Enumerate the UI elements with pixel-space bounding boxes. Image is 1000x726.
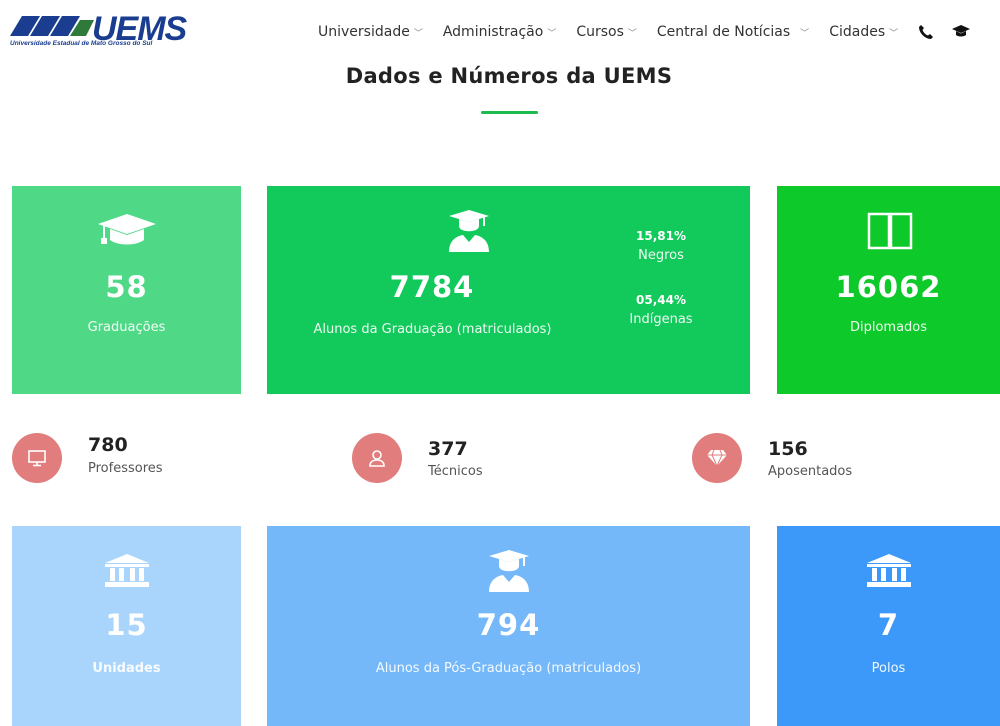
user-icon <box>369 450 385 467</box>
stat-label: Polos <box>871 661 906 676</box>
stat-value: 377 <box>428 438 468 460</box>
student-icon <box>449 210 489 252</box>
book-icon <box>867 212 912 250</box>
phone-icon[interactable] <box>918 24 934 40</box>
stat-tecnicos: 377 Técnicos <box>352 430 552 486</box>
monitor-icon <box>28 450 46 467</box>
stat-label: Aposentados <box>768 464 853 479</box>
stat-percentage: 15,81% <box>636 229 686 243</box>
nav-cursos[interactable]: Cursos ﹀ <box>576 24 637 40</box>
stat-value: 15 <box>105 608 148 642</box>
chevron-down-icon: ﹀ <box>627 28 637 39</box>
nav-administracao[interactable]: Administração ﹀ <box>443 24 556 40</box>
chevron-down-icon: ﹀ <box>413 28 423 39</box>
uems-logo[interactable]: UEMS Universidade Estadual de Mato Gross… <box>10 10 187 50</box>
stat-value: 58 <box>105 270 148 304</box>
logo-subtitle: Universidade Estadual de Mato Grosso do … <box>10 40 153 47</box>
stat-card-alunos-pos-graduacao: 794 Alunos da Pós-Graduação (matriculado… <box>267 526 750 726</box>
stat-label: Técnicos <box>428 464 483 479</box>
institution-icon <box>866 554 911 587</box>
nav-cidades[interactable]: Cidades ﹀ <box>829 24 898 40</box>
user-icon-circle <box>352 433 402 483</box>
nav-label: Central de Notícias <box>656 24 791 40</box>
diamond-icon <box>707 449 727 468</box>
stat-professores: 780 Professores <box>12 430 212 486</box>
stat-card-alunos-graduacao: 7784 Alunos da Graduação (matriculados) … <box>267 186 750 394</box>
stat-card-polos: 7 Polos <box>777 526 1000 726</box>
stat-card-unidades: 15 Unidades <box>12 526 241 726</box>
nav-central-de-noticias[interactable]: Central de Notícias ﹀ <box>657 24 809 40</box>
stat-value: 156 <box>768 438 808 460</box>
stat-label: Alunos da Pós-Graduação (matriculados) <box>375 661 642 676</box>
nav-label: Administração <box>442 24 544 40</box>
stat-value: 7 <box>877 608 900 642</box>
stat-percentage-label: Indígenas <box>629 312 693 327</box>
stat-label: Unidades <box>92 661 161 676</box>
chevron-down-icon: ﹀ <box>547 28 557 39</box>
stat-label: Alunos da Graduação (matriculados) <box>313 322 552 337</box>
chevron-down-icon: ﹀ <box>889 28 899 39</box>
main-nav: Universidade ﹀ Administração ﹀ Cursos ﹀ … <box>318 22 986 42</box>
nav-label: Cidades <box>829 24 886 40</box>
nav-universidade[interactable]: Universidade ﹀ <box>318 24 423 40</box>
page-title: Dados e Números da UEMS <box>345 64 673 88</box>
stat-negros: 15,81% Negros <box>606 229 716 263</box>
nav-label: Universidade <box>318 24 410 40</box>
chevron-down-icon: ﹀ <box>800 28 810 39</box>
stat-card-graduacoes: 58 Graduações <box>12 186 241 394</box>
site-header: UEMS Universidade Estadual de Mato Gross… <box>0 0 1000 56</box>
stat-value: 7784 <box>389 270 475 304</box>
stat-percentage-label: Negros <box>638 248 684 263</box>
stat-value: 794 <box>476 608 541 642</box>
stat-indigenas: 05,44% Indígenas <box>606 293 716 327</box>
stat-label: Graduações <box>87 320 166 335</box>
stat-label: Diplomados <box>849 320 928 335</box>
logo-mark-icon <box>10 16 94 36</box>
nav-label: Cursos <box>576 24 624 40</box>
monitor-icon-circle <box>12 433 62 483</box>
stat-percentage: 05,44% <box>636 293 686 307</box>
graduation-cap-icon[interactable] <box>952 24 971 40</box>
stat-label: Professores <box>88 461 163 476</box>
stat-aposentados: 156 Aposentados <box>692 430 892 486</box>
stat-card-diplomados: 16062 Diplomados <box>777 186 1000 394</box>
title-underline <box>481 111 538 114</box>
graduation-cap-icon <box>97 214 156 245</box>
stat-value: 16062 <box>835 270 942 304</box>
institution-icon <box>104 554 149 587</box>
diamond-icon-circle <box>692 433 742 483</box>
student-icon <box>488 550 529 592</box>
stat-value: 780 <box>88 434 128 456</box>
